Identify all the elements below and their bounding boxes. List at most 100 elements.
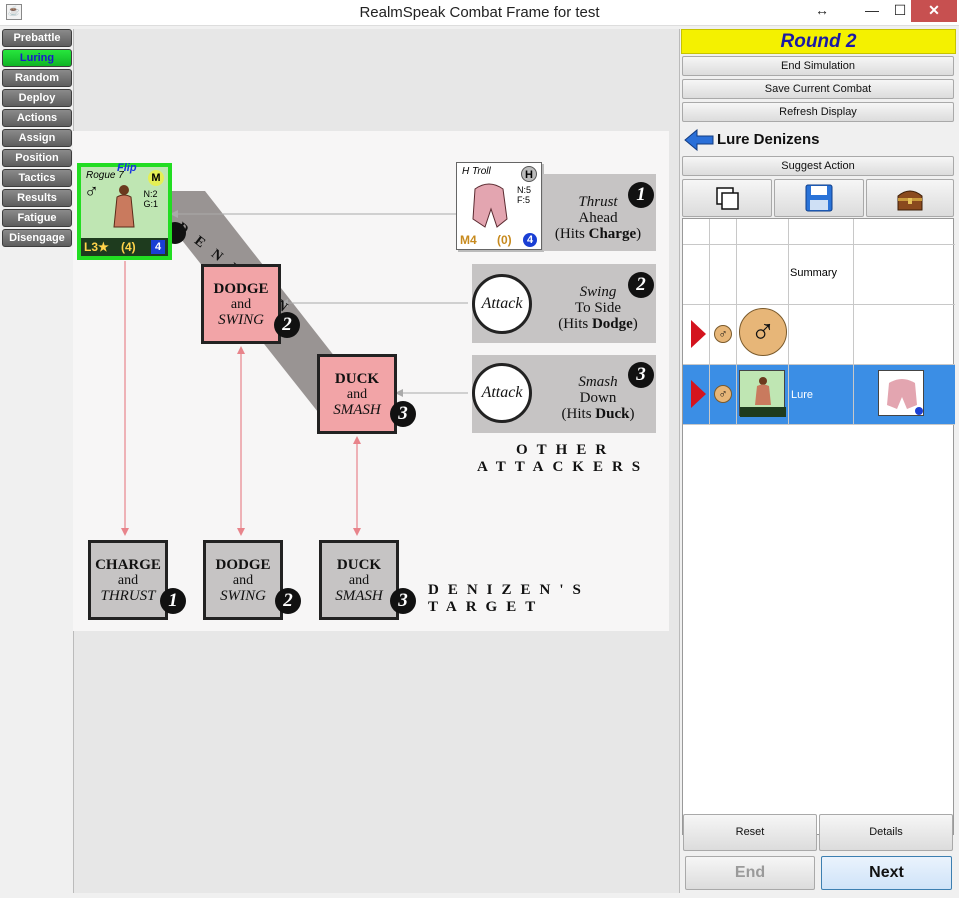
chit-level: L3★ [84, 240, 109, 254]
attack-line-2: To Side [574, 300, 622, 316]
attack-line-1: Smash [578, 374, 618, 390]
phase-actions[interactable]: Actions [2, 109, 72, 127]
save-combat-button[interactable]: Save Current Combat [682, 79, 954, 99]
table-row[interactable]: Summary [683, 245, 955, 305]
box-line-3: THRUST [100, 588, 156, 604]
chit-number: 4 [151, 240, 165, 254]
character-token-icon[interactable]: ♂ [739, 308, 787, 356]
reset-button[interactable]: Reset [683, 814, 817, 851]
end-simulation-button[interactable]: End Simulation [682, 56, 954, 76]
box-line-3: SMASH [333, 402, 381, 418]
chit-badge: M [148, 170, 164, 186]
table-header-row [683, 219, 955, 245]
details-button[interactable]: Details [819, 814, 953, 851]
troll-chit[interactable]: H Troll H N:5 F:5 M4 (0) 4 [456, 162, 542, 250]
chit-name: H Troll [462, 166, 491, 177]
box-line-2: and [232, 573, 254, 588]
dodge-swing-maneuver-box: DODGE and SWING [201, 264, 281, 344]
round-banner: Round 2 [681, 29, 956, 54]
number-badge: 2 [628, 272, 654, 298]
floppy-disk-icon [805, 184, 833, 212]
chit-bottom: M4 (0) 4 [457, 231, 541, 249]
box-line-1: DODGE [213, 281, 269, 297]
table-row[interactable]: ♂ ♂ [683, 305, 955, 365]
attack-hits-suffix: ) [636, 226, 642, 242]
rogue-chit[interactable]: Flip Rogue 7 M N:2 G:1 ♂ L3★ (4) 4 [77, 162, 172, 260]
other-attackers-label-2: ATTACKERS [477, 459, 650, 475]
phase-position[interactable]: Position [2, 149, 72, 167]
attack-line-2: Ahead [578, 210, 618, 226]
male-symbol-icon: ♂ [714, 325, 732, 343]
attack-circle: Attack [472, 363, 532, 423]
box-line-3: SWING [220, 588, 266, 604]
chit-value: (4) [121, 240, 136, 254]
phase-luring[interactable]: Luring [2, 49, 72, 67]
troll-figure-icon [472, 183, 508, 228]
male-symbol-icon: ♂ [84, 181, 99, 203]
copy-icon [716, 187, 739, 210]
refresh-display-button[interactable]: Refresh Display [682, 102, 954, 122]
maximize-button[interactable]: ☐ [886, 0, 914, 22]
phase-list: Prebattle Luring Random Deploy Actions A… [2, 29, 72, 249]
attack-hits-prefix: (Hits [561, 406, 596, 422]
number-badge: 2 [275, 588, 301, 614]
other-attackers-label-1: OTHER [516, 442, 616, 458]
duck-smash-target-box: DUCK and SMASH [319, 540, 399, 620]
chit-stat-2: F:5 [516, 195, 530, 205]
attack-hits-suffix: ) [632, 316, 638, 332]
chit-stats: N:2 G:1 [143, 189, 158, 209]
number-badge: 3 [628, 362, 654, 388]
box-line-1: DODGE [215, 557, 271, 573]
duck-smash-maneuver-box: DUCK and SMASH [317, 354, 397, 434]
chit-value: (0) [497, 233, 512, 247]
phase-disengage[interactable]: Disengage [2, 229, 72, 247]
save-button[interactable] [774, 179, 864, 217]
phase-tactics[interactable]: Tactics [2, 169, 72, 187]
number-badge: 2 [274, 312, 300, 338]
next-button[interactable]: Next [821, 856, 952, 890]
attack-hits-target: Charge [588, 226, 637, 242]
number-badge: 3 [390, 588, 416, 614]
dodge-swing-target-box: DODGE and SWING [203, 540, 283, 620]
male-symbol-icon: ♂ [714, 385, 732, 403]
box-line-2: and [348, 573, 370, 588]
rogue-mini-chit[interactable] [739, 370, 786, 417]
number-badge: 3 [390, 401, 416, 427]
number-badge: 1 [628, 182, 654, 208]
chit-stat-2: G:1 [143, 199, 158, 209]
attack-hits-prefix: (Hits [554, 226, 589, 242]
rogue-figure-icon [113, 185, 135, 228]
box-line-1: DUCK [334, 371, 380, 387]
chit-bottom: L3★ (4) 4 [81, 238, 168, 256]
box-line-2: and [230, 297, 252, 312]
table-row-selected[interactable]: ♂ Lure [683, 365, 955, 425]
chit-badge: H [521, 166, 537, 182]
rogue-figure-icon [740, 377, 786, 417]
copy-button[interactable] [682, 179, 772, 217]
treasure-button[interactable] [866, 179, 954, 217]
attack-line-2: Down [579, 390, 617, 406]
close-button[interactable]: ✕ [911, 0, 957, 22]
phase-prebattle[interactable]: Prebattle [2, 29, 72, 47]
combat-table: Summary ♂ ♂ ♂ Lure [682, 218, 955, 835]
phase-random[interactable]: Random [2, 69, 72, 87]
attack-line-1: Swing [579, 284, 617, 300]
box-line-1: CHARGE [95, 557, 161, 573]
phase-assign[interactable]: Assign [2, 129, 72, 147]
phase-deploy[interactable]: Deploy [2, 89, 72, 107]
chit-stat-1: N:2 [143, 189, 158, 199]
right-panel: Round 2 End Simulation Save Current Comb… [681, 29, 956, 895]
attack-line-1: Thrust [578, 194, 618, 210]
suggest-action-button[interactable]: Suggest Action [682, 156, 954, 176]
phase-fatigue[interactable]: Fatigue [2, 209, 72, 227]
summary-label: Summary [790, 267, 838, 279]
denizens-target-label-2: TARGET [428, 599, 545, 615]
phase-results[interactable]: Results [2, 189, 72, 207]
troll-mini-chit[interactable] [878, 370, 924, 416]
resize-icon[interactable]: ↔ [808, 0, 836, 22]
minimize-button[interactable]: — [858, 0, 886, 22]
end-button[interactable]: End [685, 856, 815, 890]
troll-figure-icon [887, 379, 923, 415]
attack-hits-suffix: ) [629, 406, 635, 422]
box-line-3: SMASH [335, 588, 383, 604]
